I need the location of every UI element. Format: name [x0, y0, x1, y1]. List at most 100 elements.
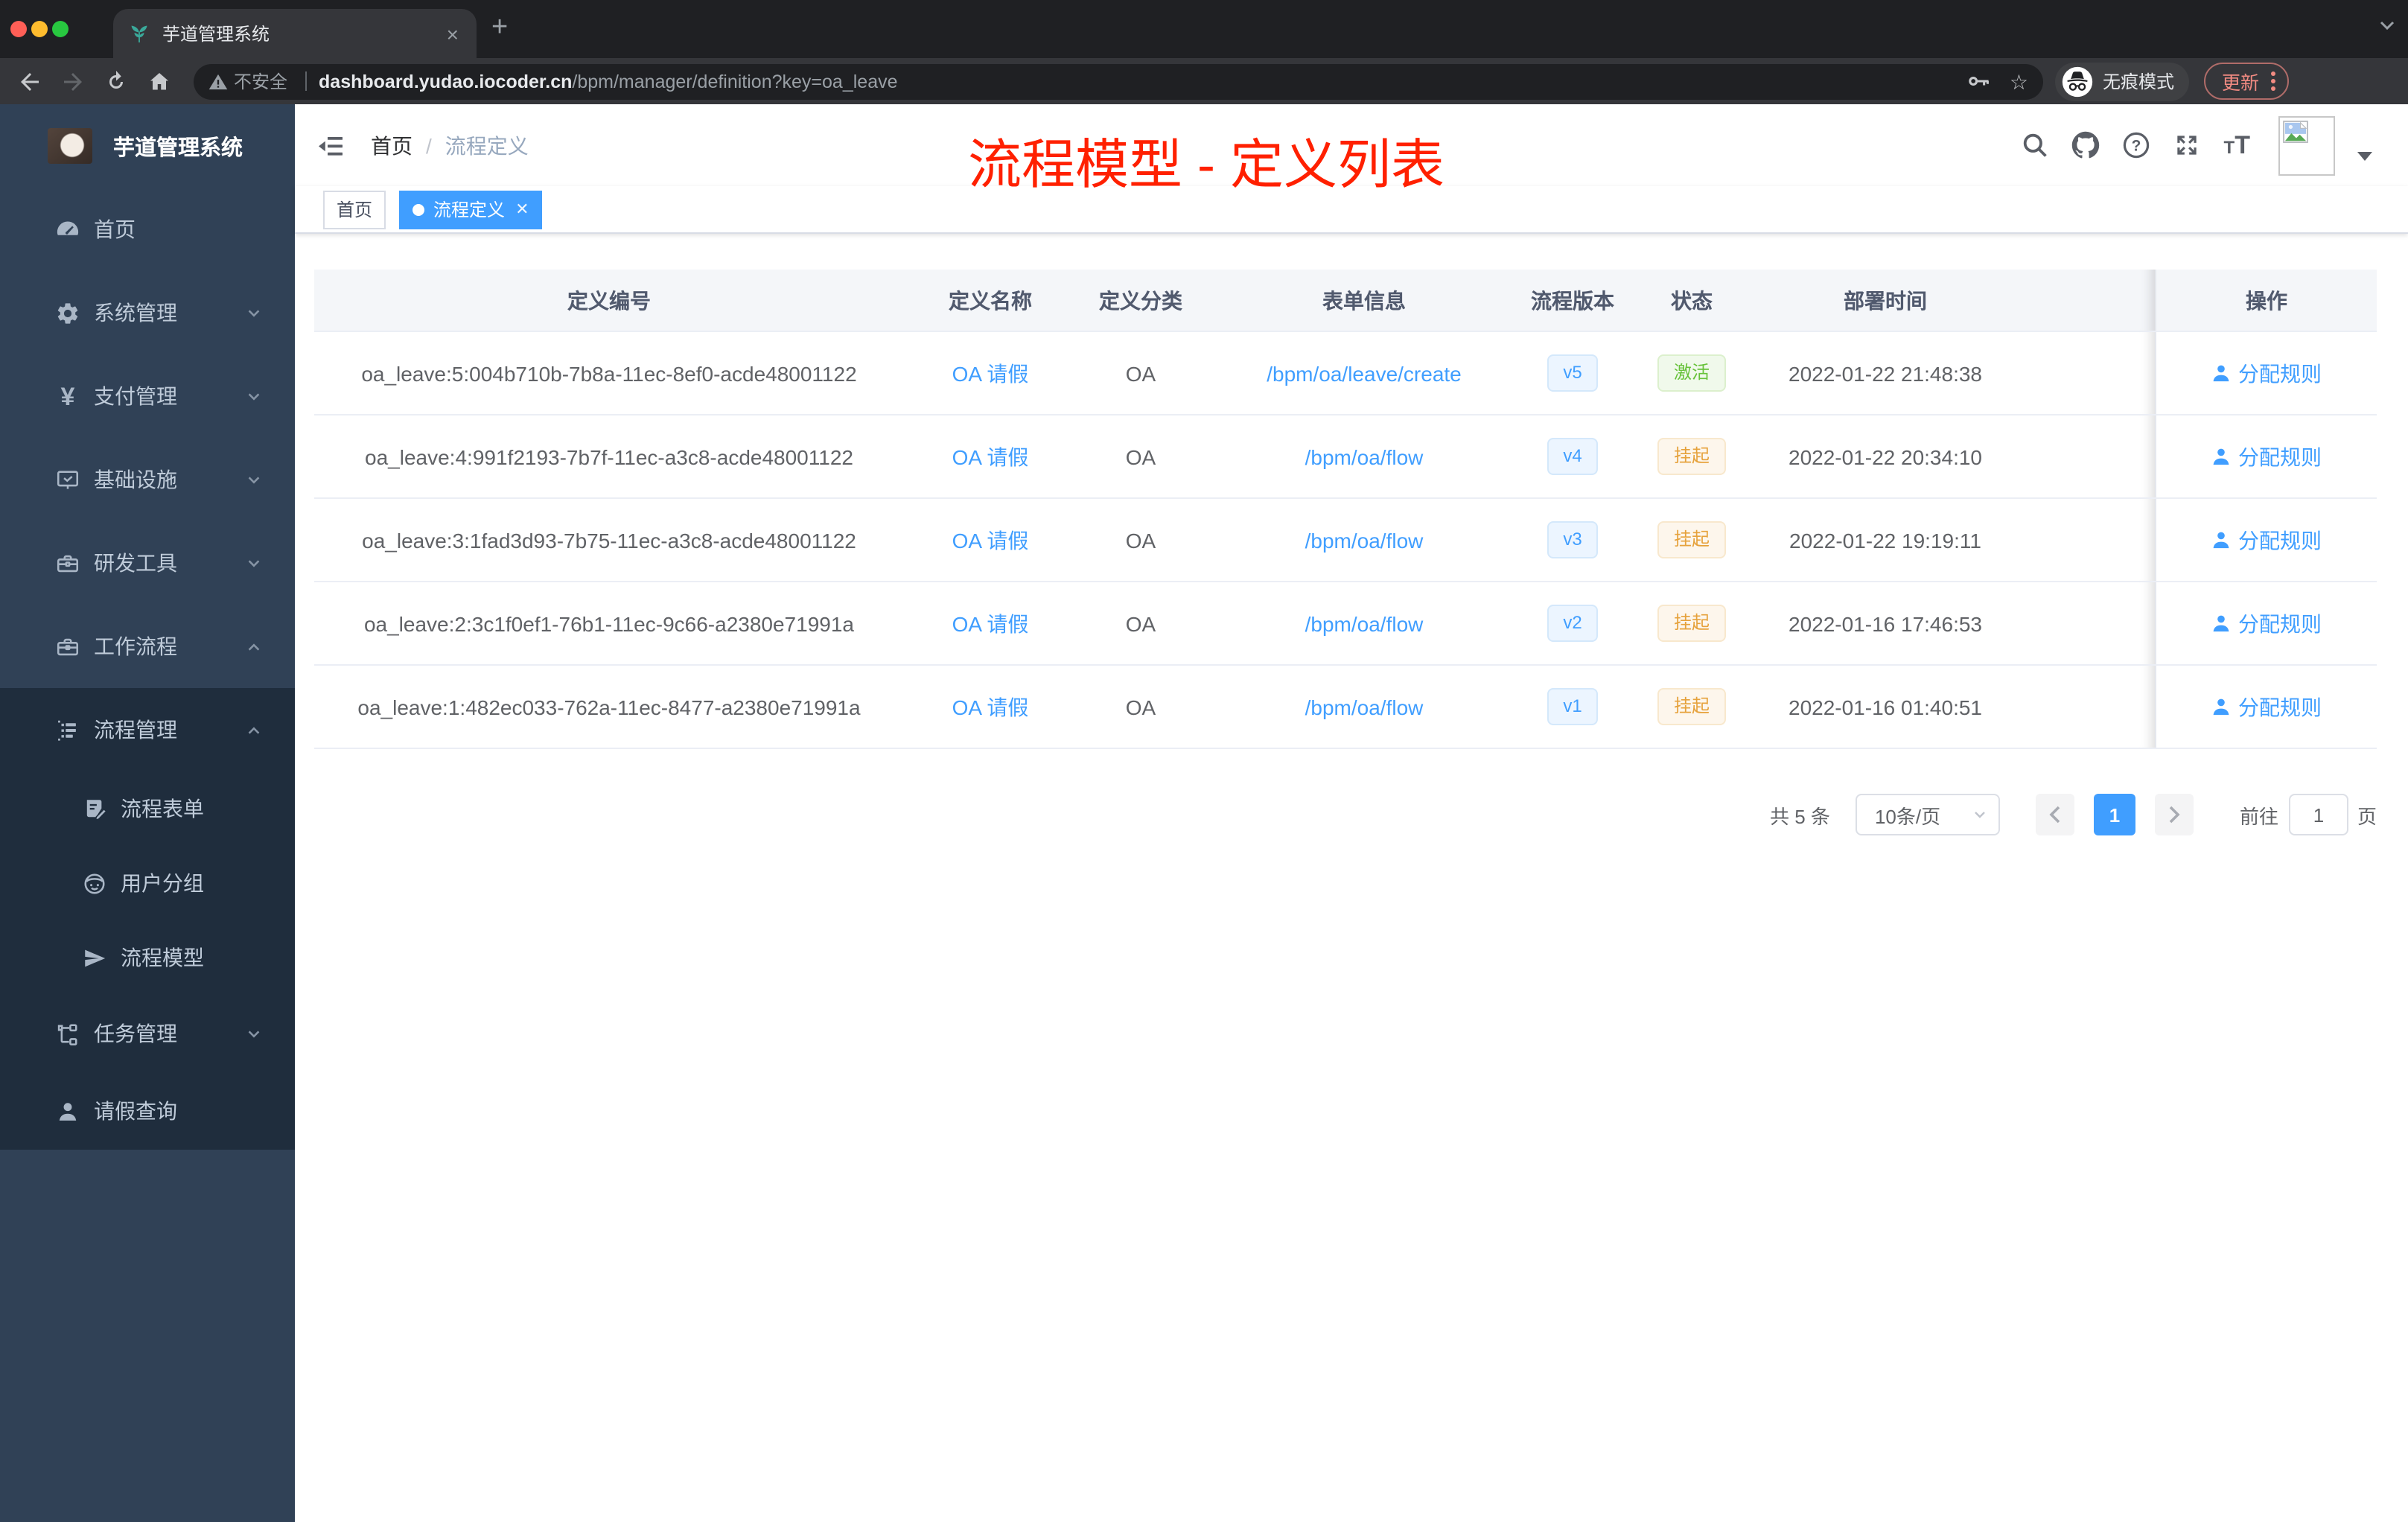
select-caret-icon — [1975, 812, 1985, 818]
tab-close-icon[interactable]: × — [444, 22, 462, 45]
tab-title: 芋道管理系统 — [162, 24, 270, 45]
address-bar[interactable]: 不安全 dashboard.yudao.iocoder.cn/bpm/manag… — [194, 63, 2043, 99]
cell-definition-id: oa_leave:4:991f2193-7b7f-11ec-a3c8-acde4… — [365, 445, 853, 468]
security-label[interactable]: 不安全 — [234, 69, 287, 94]
definition-name-link[interactable]: OA 请假 — [952, 445, 1029, 468]
cell-definition-id: oa_leave:5:004b710b-7b8a-11ec-8ef0-acde4… — [361, 361, 857, 385]
definition-name-link[interactable]: OA 请假 — [952, 528, 1029, 552]
sidebar-item-devtools[interactable]: 研发工具 — [0, 521, 295, 605]
sidebar-item-user-group[interactable]: 用户分组 — [0, 846, 295, 920]
gear-icon — [57, 302, 78, 323]
sidebar-item-label: 工作流程 — [94, 634, 177, 658]
github-icon[interactable] — [2072, 131, 2100, 159]
sidebar-item-task-management[interactable]: 任务管理 — [0, 995, 295, 1072]
form-info-link[interactable]: /bpm/oa/flow — [1305, 695, 1424, 719]
tag-process-definition[interactable]: 流程定义 ✕ — [399, 190, 543, 229]
cell-filler — [2009, 582, 2155, 664]
status-badge: 挂起 — [1657, 605, 1726, 642]
search-icon[interactable] — [2022, 131, 2050, 159]
column-header-status: 状态 — [1671, 288, 1713, 312]
pagination: 共 5 条 10条/页 1 前往 1 页 — [314, 794, 2377, 835]
tag-close-icon[interactable]: ✕ — [515, 200, 529, 219]
help-icon[interactable]: ? — [2123, 131, 2151, 159]
url-domain[interactable]: dashboard.yudao.iocoder.cn — [319, 71, 572, 92]
sidebar-item-process-model[interactable]: 流程模型 — [0, 920, 295, 995]
breadcrumb-separator: / — [426, 133, 432, 157]
form-info-link[interactable]: /bpm/oa/flow — [1305, 445, 1424, 468]
window-minimize-button[interactable] — [31, 20, 48, 36]
prev-page-button[interactable] — [2035, 794, 2074, 835]
tag-label: 流程定义 — [433, 200, 506, 220]
assign-rule-button[interactable]: 分配规则 — [2211, 442, 2322, 471]
sidebar-item-label: 支付管理 — [94, 384, 177, 408]
app-logo-row[interactable]: 芋道管理系统 — [0, 104, 295, 188]
not-secure-warning-icon[interactable] — [208, 72, 228, 90]
sidebar-item-payment[interactable]: ¥ 支付管理 — [0, 354, 295, 438]
chevron-down-icon — [248, 309, 260, 316]
sidebar-item-label: 基础设施 — [94, 468, 177, 491]
window-chevron-icon[interactable] — [2378, 19, 2396, 31]
assign-rule-button[interactable]: 分配规则 — [2211, 692, 2322, 722]
chevron-down-icon — [248, 392, 260, 400]
window-close-button[interactable] — [10, 20, 27, 36]
tree-icon — [57, 1023, 77, 1045]
page-size-select[interactable]: 10条/页 — [1855, 794, 2000, 835]
sidebar-item-home[interactable]: 首页 — [0, 188, 295, 271]
url-separator — [305, 71, 308, 91]
tag-home[interactable]: 首页 — [323, 190, 386, 229]
back-button[interactable] — [16, 68, 43, 95]
assign-rule-button[interactable]: 分配规则 — [2211, 608, 2322, 638]
window-zoom-button[interactable] — [52, 20, 69, 36]
breadcrumb-home[interactable]: 首页 — [371, 130, 413, 160]
list-icon — [58, 719, 76, 740]
chevron-down-icon — [248, 476, 260, 483]
browser-tab[interactable]: 芋道管理系统 × — [113, 9, 477, 58]
new-tab-button[interactable]: + — [491, 12, 508, 45]
chevron-up-icon — [248, 643, 260, 650]
sidebar-item-label: 请假查询 — [94, 1099, 177, 1123]
sidebar-item-leave-query[interactable]: 请假查询 — [0, 1072, 295, 1150]
assign-rule-button[interactable]: 分配规则 — [2211, 525, 2322, 555]
avatar[interactable] — [2278, 115, 2335, 175]
fullscreen-icon[interactable] — [2173, 131, 2202, 159]
column-header-process-version: 流程版本 — [1531, 288, 1614, 312]
page-number-1[interactable]: 1 — [2093, 794, 2135, 835]
form-info-link[interactable]: /bpm/oa/flow — [1305, 611, 1424, 635]
assign-rule-button[interactable]: 分配规则 — [2211, 358, 2322, 388]
reload-button[interactable] — [103, 68, 130, 95]
status-badge: 挂起 — [1657, 438, 1726, 475]
sidebar-item-infrastructure[interactable]: 基础设施 — [0, 438, 295, 521]
cell-definition-category: OA — [1125, 445, 1156, 468]
form-info-link[interactable]: /bpm/oa/leave/create — [1267, 361, 1462, 385]
sidebar-item-process-form[interactable]: 流程表单 — [0, 771, 295, 846]
assign-rule-label: 分配规则 — [2238, 528, 2322, 552]
url-path[interactable]: /bpm/manager/definition?key=oa_leave — [572, 71, 897, 92]
goto-page-input[interactable] — [2288, 794, 2348, 835]
sidebar-item-workflow[interactable]: 工作流程 — [0, 605, 295, 688]
definition-name-link[interactable]: OA 请假 — [952, 695, 1029, 719]
sidebar-toggle-icon[interactable] — [316, 130, 345, 160]
definition-name-link[interactable]: OA 请假 — [952, 361, 1029, 385]
status-badge: 挂起 — [1657, 688, 1726, 725]
browser-update-button[interactable]: 更新 — [2204, 63, 2290, 100]
pagination-total: 共 5 条 — [1770, 805, 1830, 827]
next-page-button[interactable] — [2154, 794, 2194, 835]
assign-rule-label: 分配规则 — [2238, 611, 2322, 635]
table-row: oa_leave:4:991f2193-7b7f-11ec-a3c8-acde4… — [314, 415, 2377, 499]
update-label[interactable]: 更新 — [2222, 67, 2259, 95]
form-info-link[interactable]: /bpm/oa/flow — [1305, 528, 1424, 552]
home-button[interactable] — [146, 68, 173, 95]
forward-button[interactable] — [60, 68, 86, 95]
font-size-icon[interactable]: TT — [2224, 130, 2250, 160]
definition-name-link[interactable]: OA 请假 — [952, 611, 1029, 635]
browser-menu-icon[interactable] — [2271, 71, 2276, 91]
chevron-up-icon — [248, 726, 260, 733]
person-icon — [59, 1102, 77, 1120]
password-key-icon[interactable] — [1966, 69, 1992, 94]
sidebar-item-process-management[interactable]: 流程管理 — [0, 688, 295, 771]
cell-deploy-time: 2022-01-16 17:46:53 — [1789, 611, 1982, 635]
caret-down-icon[interactable] — [2357, 151, 2372, 160]
sidebar-item-system[interactable]: 系统管理 — [0, 271, 295, 354]
bookmark-star-icon[interactable]: ☆ — [2010, 71, 2028, 92]
status-badge: 激活 — [1657, 354, 1726, 392]
